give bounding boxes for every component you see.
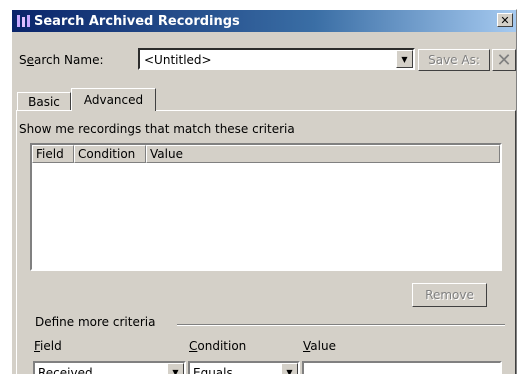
define-criteria-label: Define more criteria [35,315,164,329]
chevron-down-icon[interactable]: ▼ [281,363,298,374]
condition-label: Condition [189,339,247,353]
delete-icon: ✕ [496,49,512,71]
search-name-label: Search Name: [19,53,104,67]
advanced-panel: Show me recordings that match these crit… [16,110,516,374]
delete-search-button[interactable]: ✕ [492,49,516,71]
window-title: Search Archived Recordings [34,13,240,29]
chevron-down-icon[interactable]: ▼ [396,50,413,68]
condition-select[interactable]: Equals ▼ [188,361,300,374]
title-bar: Search Archived Recordings ✕ [12,10,516,32]
chevron-down-icon[interactable]: ▼ [167,363,184,374]
save-as-button[interactable]: Save As: [418,49,490,71]
column-field[interactable]: Field [32,145,74,163]
value-input[interactable] [302,361,502,374]
tab-basic[interactable]: Basic [17,92,71,111]
remove-button[interactable]: Remove [412,283,487,307]
search-name-combo[interactable]: <Untitled> ▼ [138,48,415,70]
column-value[interactable]: Value [146,145,500,163]
field-label: Field [34,339,62,353]
field-select[interactable]: Received ▼ [33,361,186,374]
condition-select-value: Equals [193,366,233,374]
search-name-value: <Untitled> [144,53,212,67]
search-dialog: Search Archived Recordings ✕ Search Name… [11,9,517,374]
criteria-label: Show me recordings that match these crit… [19,122,295,136]
column-condition[interactable]: Condition [74,145,146,163]
close-icon: ✕ [500,13,510,27]
search-row: Search Name: <Untitled> ▼ Save As: ✕ [12,40,516,71]
close-button[interactable]: ✕ [497,13,513,27]
separator [177,324,505,326]
tab-advanced[interactable]: Advanced [71,88,156,111]
field-select-value: Received [38,366,93,374]
value-label: Value [303,339,336,353]
list-header: Field Condition Value [32,145,500,163]
app-icon [16,14,30,28]
criteria-list[interactable]: Field Condition Value [30,143,502,271]
